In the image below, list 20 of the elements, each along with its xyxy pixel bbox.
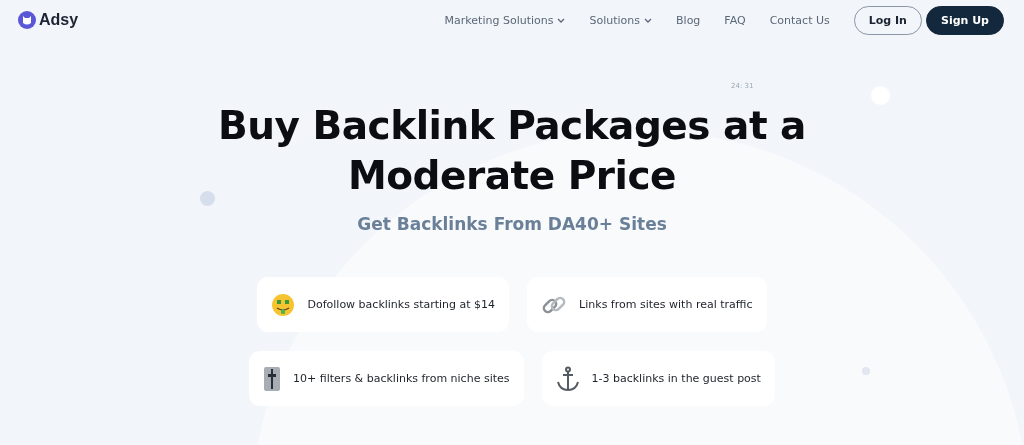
slider-icon (263, 365, 282, 392)
signup-button[interactable]: Sign Up (925, 5, 1004, 35)
feature-text: Links from sites with real traffic (579, 298, 753, 311)
feature-text: 10+ filters & backlinks from niche sites (293, 372, 510, 385)
chevron-down-icon (557, 17, 566, 23)
nav-link[interactable]: Contact Us (769, 13, 830, 27)
feature-text: Dofollow backlinks starting at $14 (307, 298, 496, 311)
nav-link[interactable]: FAQ (724, 13, 746, 27)
dot-decoration (200, 191, 215, 206)
brand-name[interactable]: Adsy (39, 11, 79, 29)
nav-link[interactable]: Solutions (589, 13, 653, 27)
nav-link[interactable]: Marketing Solutions (444, 13, 566, 27)
feature-text: 1-3 backlinks in the guest post (591, 372, 761, 385)
owl-logo-icon[interactable] (18, 11, 36, 29)
money-face-icon (271, 292, 296, 317)
hero-title: Buy Backlink Packages at a Moderate Price (218, 102, 806, 200)
anchor-icon (555, 365, 580, 392)
hero-subtitle: Get Backlinks From DA40+ Sites (357, 214, 667, 234)
chevron-down-icon (644, 17, 653, 23)
nav-link[interactable]: Blog (676, 13, 701, 27)
